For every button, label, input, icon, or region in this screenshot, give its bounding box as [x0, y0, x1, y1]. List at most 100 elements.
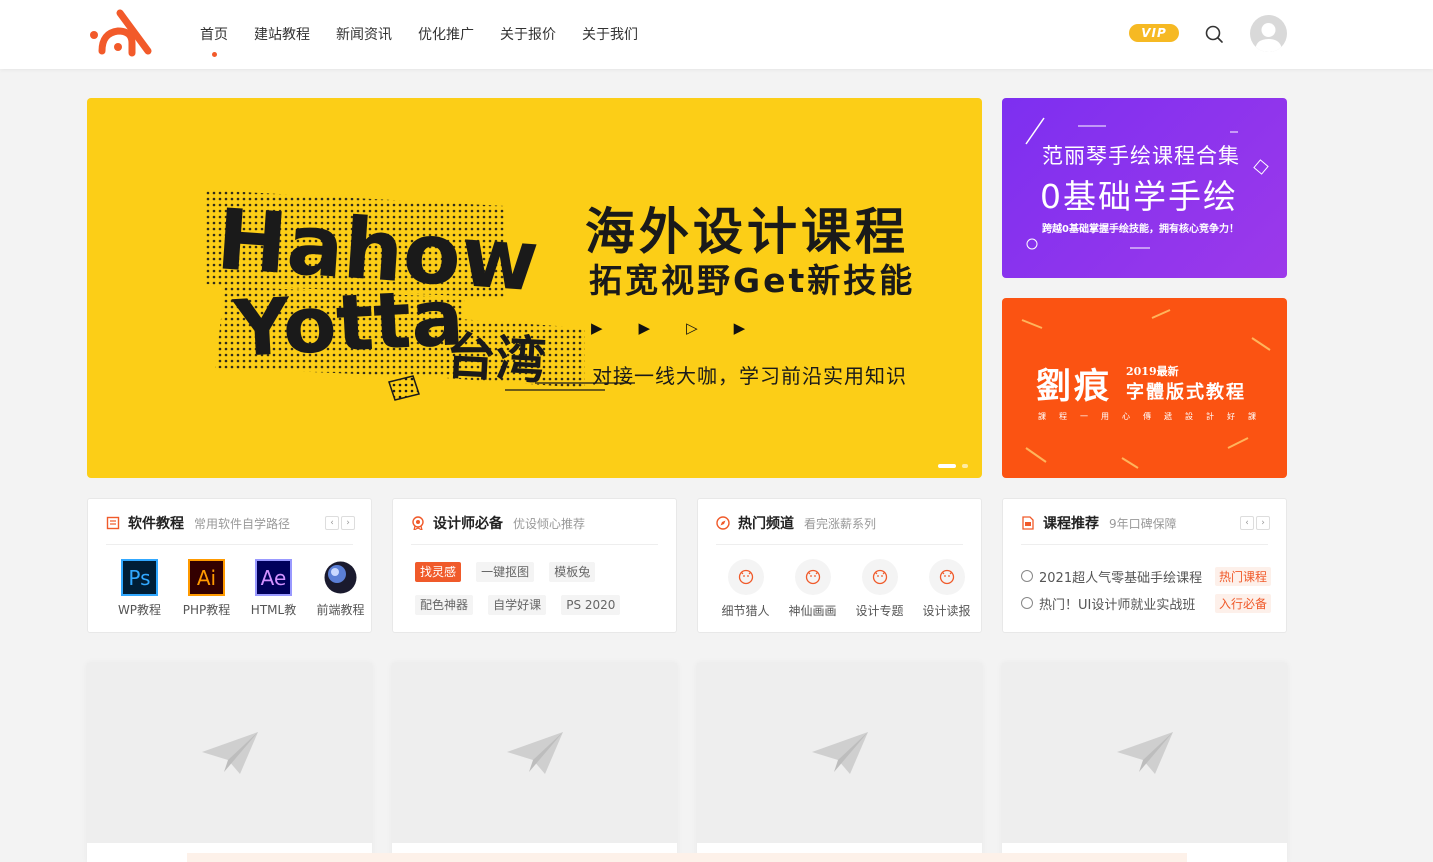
course-item[interactable]: 2021超人气零基础手绘课程 热门课程: [1021, 565, 1271, 587]
tag-item[interactable]: 自学好课: [488, 595, 547, 615]
search-icon[interactable]: [1204, 24, 1224, 44]
course-title: 2021超人气零基础手绘课程: [1039, 570, 1203, 586]
channel-item[interactable]: 神仙画画: [779, 559, 846, 619]
course-list: 2021超人气零基础手绘课程 热门课程 热门！UI设计师就业实战班 入行必备: [1021, 565, 1271, 619]
nav-seo[interactable]: 优化推广: [418, 24, 474, 46]
promo-line-3: 跨越0基础掌握手绘技能，拥有核心竞争力！: [1042, 224, 1239, 235]
tag-item[interactable]: 配色神器: [415, 595, 474, 615]
card-divider: [411, 544, 658, 545]
promo-subtitle: 字體版式教程: [1126, 382, 1246, 403]
course-item[interactable]: 热门！UI设计师就业实战班 入行必备: [1021, 592, 1271, 614]
nav-tutorials[interactable]: 建站教程: [254, 24, 310, 46]
card-pager: ‹ ›: [1240, 516, 1270, 530]
promo-tagline: 課程一用心傳遞設計好課: [1038, 412, 1269, 421]
nav-home[interactable]: 首页: [200, 24, 228, 57]
smile-icon: [872, 569, 887, 585]
paper-plane-icon: [506, 732, 563, 774]
software-item[interactable]: Ai PHP教程: [173, 559, 240, 618]
prev-icon[interactable]: ‹: [1240, 516, 1254, 530]
post-card[interactable]: [392, 663, 677, 862]
tag-item[interactable]: 一键抠图: [476, 562, 535, 582]
smile-icon: [805, 569, 820, 585]
banner-subtitle: 拓宽视野Get新技能: [589, 261, 916, 300]
post-card[interactable]: [697, 663, 982, 862]
clock-icon: [1021, 570, 1033, 582]
banner-description: 对接一线大咖，学习前沿实用知识: [592, 364, 907, 388]
play-arrow-icon: ▶: [733, 319, 746, 337]
compass-icon: [716, 516, 730, 530]
card-title: 软件教程: [128, 516, 184, 532]
nav-pricing[interactable]: 关于报价: [500, 24, 556, 46]
avatar-icon: [1255, 23, 1282, 52]
tag-item[interactable]: 模板兔: [549, 562, 596, 582]
play-outline-icon: ▷: [686, 319, 698, 337]
hero-banner[interactable]: Hahow Yotta 台湾 海外设计课程 拓宽视野Get新技能 ▶ ▶ ▷ ▶…: [87, 98, 982, 478]
software-item[interactable]: 前端教程: [307, 559, 374, 618]
badge-icon: [412, 516, 424, 530]
side-banner-handdraw[interactable]: 范丽琴手绘课程合集 0基础学手绘 跨越0基础掌握手绘技能，拥有核心竞争力！: [1002, 98, 1287, 278]
document-icon: [106, 516, 120, 530]
card-title: 课程推荐: [1043, 516, 1099, 532]
channel-label: 细节猎人: [721, 604, 770, 618]
card-subtitle: 优设倾心推荐: [513, 516, 586, 531]
card-designer: 设计师必备 优设倾心推荐 找灵感 一键抠图 模板兔 配色神器 自学好课 PS 2…: [392, 498, 677, 633]
vip-badge[interactable]: VIP: [1129, 24, 1179, 42]
site-logo[interactable]: [88, 7, 156, 61]
illustrator-icon: Ai: [188, 559, 225, 596]
play-arrow-icon: ▶: [591, 319, 603, 337]
channel-item[interactable]: 设计读报: [913, 559, 980, 619]
carousel-dot-active[interactable]: [938, 464, 956, 468]
paper-plane-icon: [201, 732, 258, 774]
file-icon: [1022, 516, 1034, 530]
promo-year: 2019最新: [1126, 365, 1179, 378]
tag-list: 找灵感 一键抠图 模板兔 配色神器 自学好课 PS 2020: [415, 561, 665, 627]
software-label: 前端教程: [316, 603, 365, 617]
next-icon[interactable]: ›: [341, 516, 355, 530]
channel-item[interactable]: 设计专题: [846, 559, 913, 619]
promo-line-1: 范丽琴手绘课程合集: [1042, 144, 1240, 168]
card-courses: 课程推荐 9年口碑保障 ‹ › 2021超人气零基础手绘课程 热门课程 热门！U…: [1002, 498, 1287, 633]
nav-about[interactable]: 关于我们: [582, 24, 638, 46]
course-title: 热门！UI设计师就业实战班: [1039, 597, 1196, 613]
post-card[interactable]: [87, 663, 372, 862]
promo-big-title: 劉痕: [1036, 366, 1113, 407]
card-title: 设计师必备: [433, 516, 503, 532]
channel-label: 设计读报: [922, 604, 971, 618]
channel-label: 设计专题: [855, 604, 904, 618]
channel-item[interactable]: 细节猎人: [712, 559, 779, 619]
software-item[interactable]: Ps WP教程: [106, 559, 173, 618]
post-thumbnail: [1002, 663, 1287, 843]
software-item[interactable]: Ae HTML教: [240, 559, 307, 618]
cinema4d-logo: [324, 561, 357, 594]
after-effects-icon: Ae: [255, 559, 292, 596]
paper-plane-icon: [1116, 732, 1173, 774]
cinema4d-icon: [322, 559, 359, 596]
card-divider: [1021, 544, 1268, 545]
tag-item[interactable]: PS 2020: [561, 595, 621, 615]
tag-item[interactable]: 找灵感: [415, 562, 462, 582]
user-avatar[interactable]: [1250, 15, 1287, 52]
card-title: 热门频道: [738, 516, 794, 532]
software-list: Ps WP教程 Ai PHP教程 Ae HTML教 前端教程: [106, 559, 374, 618]
banner-arrows: ▶ ▶ ▷ ▶: [591, 319, 745, 337]
next-icon[interactable]: ›: [1256, 516, 1270, 530]
post-card[interactable]: [1002, 663, 1287, 862]
side-banner-typography[interactable]: 劉痕 2019最新 字體版式教程 課程一用心傳遞設計好課: [1002, 298, 1287, 478]
card-software: 软件教程 常用软件自学路径 ‹ › Ps WP教程 Ai PHP教程 Ae HT…: [87, 498, 372, 633]
card-hot-channels: 热门频道 看完涨薪系列 细节猎人 神仙画画 设计专题 设计读报: [697, 498, 982, 633]
taiwan-text: 台湾: [444, 327, 547, 390]
nav-news[interactable]: 新闻资讯: [336, 24, 392, 46]
hahow-yotta-artwork: Hahow Yotta 台湾: [205, 190, 635, 401]
software-label: PHP教程: [182, 603, 231, 617]
smile-icon: [738, 569, 753, 585]
course-badge: 热门课程: [1214, 566, 1271, 586]
post-thumbnail: [697, 663, 982, 843]
prev-icon[interactable]: ‹: [325, 516, 339, 530]
carousel-dot[interactable]: [962, 464, 968, 468]
course-badge: 入行必备: [1214, 593, 1271, 613]
yotta-text: Yotta: [230, 273, 466, 375]
card-divider: [106, 544, 353, 545]
channel-list: 细节猎人 神仙画画 设计专题 设计读报: [712, 559, 980, 619]
post-thumbnail: [87, 663, 372, 843]
channel-label: 神仙画画: [788, 604, 837, 618]
